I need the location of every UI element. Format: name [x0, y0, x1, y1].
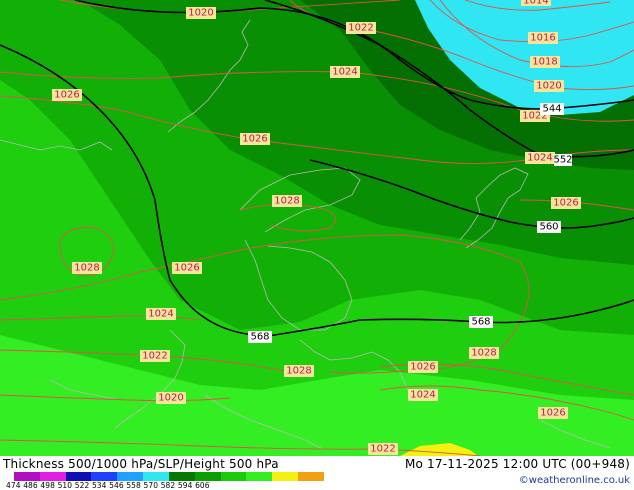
svg-text:1014: 1014 [523, 0, 548, 7]
legend-value: 582 [160, 481, 176, 490]
legend-swatch [91, 472, 118, 481]
legend-swatch [220, 472, 247, 481]
legend-swatch [39, 472, 66, 481]
isobar-label: 1026 [52, 89, 82, 101]
legend-value: 534 [91, 481, 107, 490]
isobar-label: 1020 [156, 392, 186, 404]
isobar-label: 1024 [146, 308, 176, 320]
isobar-label: 1020 [534, 80, 564, 92]
legend-value: 474 [6, 481, 21, 490]
isobar-label: 1026 [240, 133, 270, 145]
svg-text:552: 552 [553, 155, 572, 166]
legend-swatch [194, 472, 221, 481]
thickness-label: 568 [248, 331, 272, 343]
legend-value: 498 [40, 481, 55, 490]
legend-value: 606 [195, 481, 210, 490]
isobar-label: 1026 [172, 262, 202, 274]
product-title: Thickness 500/1000 hPa/SLP/Height 500 hP… [3, 457, 279, 471]
legend-swatch [14, 472, 40, 481]
svg-text:568: 568 [471, 317, 490, 328]
svg-text:1026: 1026 [242, 134, 267, 145]
legend-swatch [143, 472, 169, 481]
isobar-label: 1022 [368, 443, 398, 455]
legend-swatch [65, 472, 92, 481]
isobar-label: 1028 [284, 365, 314, 377]
map-footer: Thickness 500/1000 hPa/SLP/Height 500 hP… [0, 456, 634, 490]
color-legend-bar [14, 472, 324, 481]
svg-text:568: 568 [250, 332, 269, 343]
svg-text:544: 544 [542, 104, 561, 115]
svg-text:1026: 1026 [54, 90, 79, 101]
legend-swatch [298, 472, 324, 481]
isobar-label: 1024 [525, 152, 555, 164]
legend-value: 594 [177, 481, 193, 490]
svg-text:1020: 1020 [536, 81, 561, 92]
svg-text:1028: 1028 [274, 196, 299, 207]
svg-text:1028: 1028 [74, 263, 99, 274]
thickness-label: 568 [469, 316, 493, 328]
svg-text:1028: 1028 [286, 366, 311, 377]
svg-text:1024: 1024 [410, 390, 435, 401]
thickness-label: 552 [553, 154, 573, 166]
isobar-label: 1020 [186, 7, 216, 19]
isobar-label: 1026 [538, 407, 568, 419]
legend-swatch [117, 472, 144, 481]
svg-text:1022: 1022 [348, 23, 373, 34]
legend-value: 570 [143, 481, 159, 490]
svg-text:1026: 1026 [553, 198, 578, 209]
thickness-label: 544 [540, 103, 564, 115]
svg-text:1024: 1024 [527, 153, 552, 164]
svg-text:1024: 1024 [148, 309, 173, 320]
isobar-label: 1016 [528, 32, 558, 44]
svg-text:1016: 1016 [530, 33, 555, 44]
svg-text:1026: 1026 [174, 263, 199, 274]
isobar-label: 1028 [469, 347, 499, 359]
svg-text:1024: 1024 [332, 67, 357, 78]
valid-datetime: Mo 17-11-2025 12:00 UTC (00+948) [404, 457, 630, 471]
svg-text:1020: 1020 [188, 8, 213, 19]
isobar-label: 1028 [72, 262, 102, 274]
weather-map: 1020 1022 1024 1026 1026 1028 1028 1026 … [0, 0, 634, 456]
thickness-label: 560 [537, 221, 561, 233]
legend-swatch [272, 472, 299, 481]
svg-text:1028: 1028 [471, 348, 496, 359]
legend-value: 522 [74, 481, 90, 490]
svg-text:1022: 1022 [370, 444, 395, 455]
isobar-label: 1022 [346, 22, 376, 34]
isobar-label: 1026 [551, 197, 581, 209]
svg-text:1022: 1022 [142, 351, 167, 362]
isobar-label: 1024 [330, 66, 360, 78]
legend-value: 486 [23, 481, 38, 490]
credit-link[interactable]: ©weatheronline.co.uk [519, 475, 630, 486]
isobar-label: 1022 [140, 350, 170, 362]
legend-value: 558 [126, 481, 141, 490]
svg-text:1026: 1026 [540, 408, 565, 419]
legend-swatch [246, 472, 273, 481]
svg-text:1020: 1020 [158, 393, 183, 404]
isobar-label: 1024 [408, 389, 438, 401]
svg-text:560: 560 [539, 222, 558, 233]
legend-value: 510 [57, 481, 73, 490]
color-legend-labels: 474 486 498 510 522 534 546 558 570 582 594 606 [6, 481, 212, 490]
svg-text:1026: 1026 [410, 362, 435, 373]
isobar-label: 1014 [521, 0, 551, 7]
isobar-label: 1018 [530, 56, 560, 68]
svg-text:1018: 1018 [532, 57, 557, 68]
legend-value: 546 [109, 481, 124, 490]
legend-swatch [168, 472, 195, 481]
isobar-label: 1026 [408, 361, 438, 373]
isobar-label: 1028 [272, 195, 302, 207]
